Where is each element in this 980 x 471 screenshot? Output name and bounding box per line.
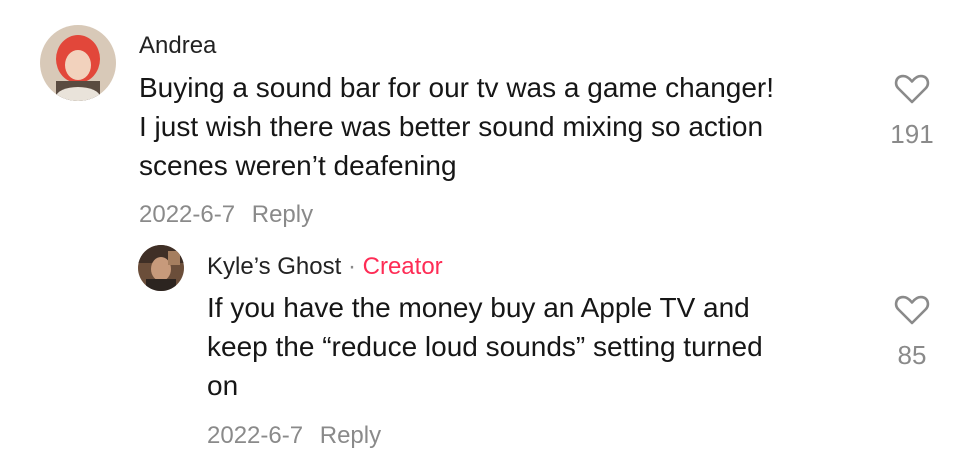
reply-text-line: keep the “reduce loud sounds” setting tu… — [207, 331, 763, 362]
replier-username-line: Kyle’s Ghost · Creator — [207, 253, 443, 281]
separator-dot: · — [341, 253, 363, 280]
like-count: 85 — [897, 340, 927, 370]
commenter-username[interactable]: Andrea — [139, 32, 216, 60]
reply-text-line: If you have the money buy an Apple TV an… — [207, 292, 750, 323]
comment-text: Buying a sound bar for our tv was a game… — [139, 68, 774, 185]
comment-text-line: Buying a sound bar for our tv was a game… — [139, 72, 775, 103]
reply-meta: 2022-6-7 Reply — [207, 422, 381, 450]
heart-outline-icon — [894, 74, 930, 104]
reply-button[interactable]: Reply — [252, 201, 313, 228]
reply-text-line: on — [207, 370, 239, 401]
like-count: 191 — [890, 119, 934, 149]
replier-username[interactable]: Kyle’s Ghost — [207, 253, 341, 280]
reply-button[interactable]: Reply — [320, 422, 381, 449]
avatar-image — [138, 245, 184, 291]
heart-outline-icon — [894, 295, 930, 325]
replier-avatar[interactable] — [138, 245, 184, 291]
like-button[interactable]: 85 — [882, 294, 942, 371]
avatar-image — [40, 25, 116, 101]
comment-date: 2022-6-7 — [139, 201, 236, 228]
reply-date: 2022-6-7 — [207, 422, 304, 449]
reply-text: If you have the money buy an Apple TV an… — [207, 288, 763, 405]
creator-badge: Creator — [362, 253, 443, 280]
comment-text-line: I just wish there was better sound mixin… — [139, 111, 764, 142]
comment-meta: 2022-6-7 Reply — [139, 201, 313, 229]
commenter-avatar[interactable] — [40, 25, 116, 101]
like-button[interactable]: 191 — [882, 73, 942, 150]
comment-text-line: scenes weren’t deafening — [139, 150, 457, 181]
